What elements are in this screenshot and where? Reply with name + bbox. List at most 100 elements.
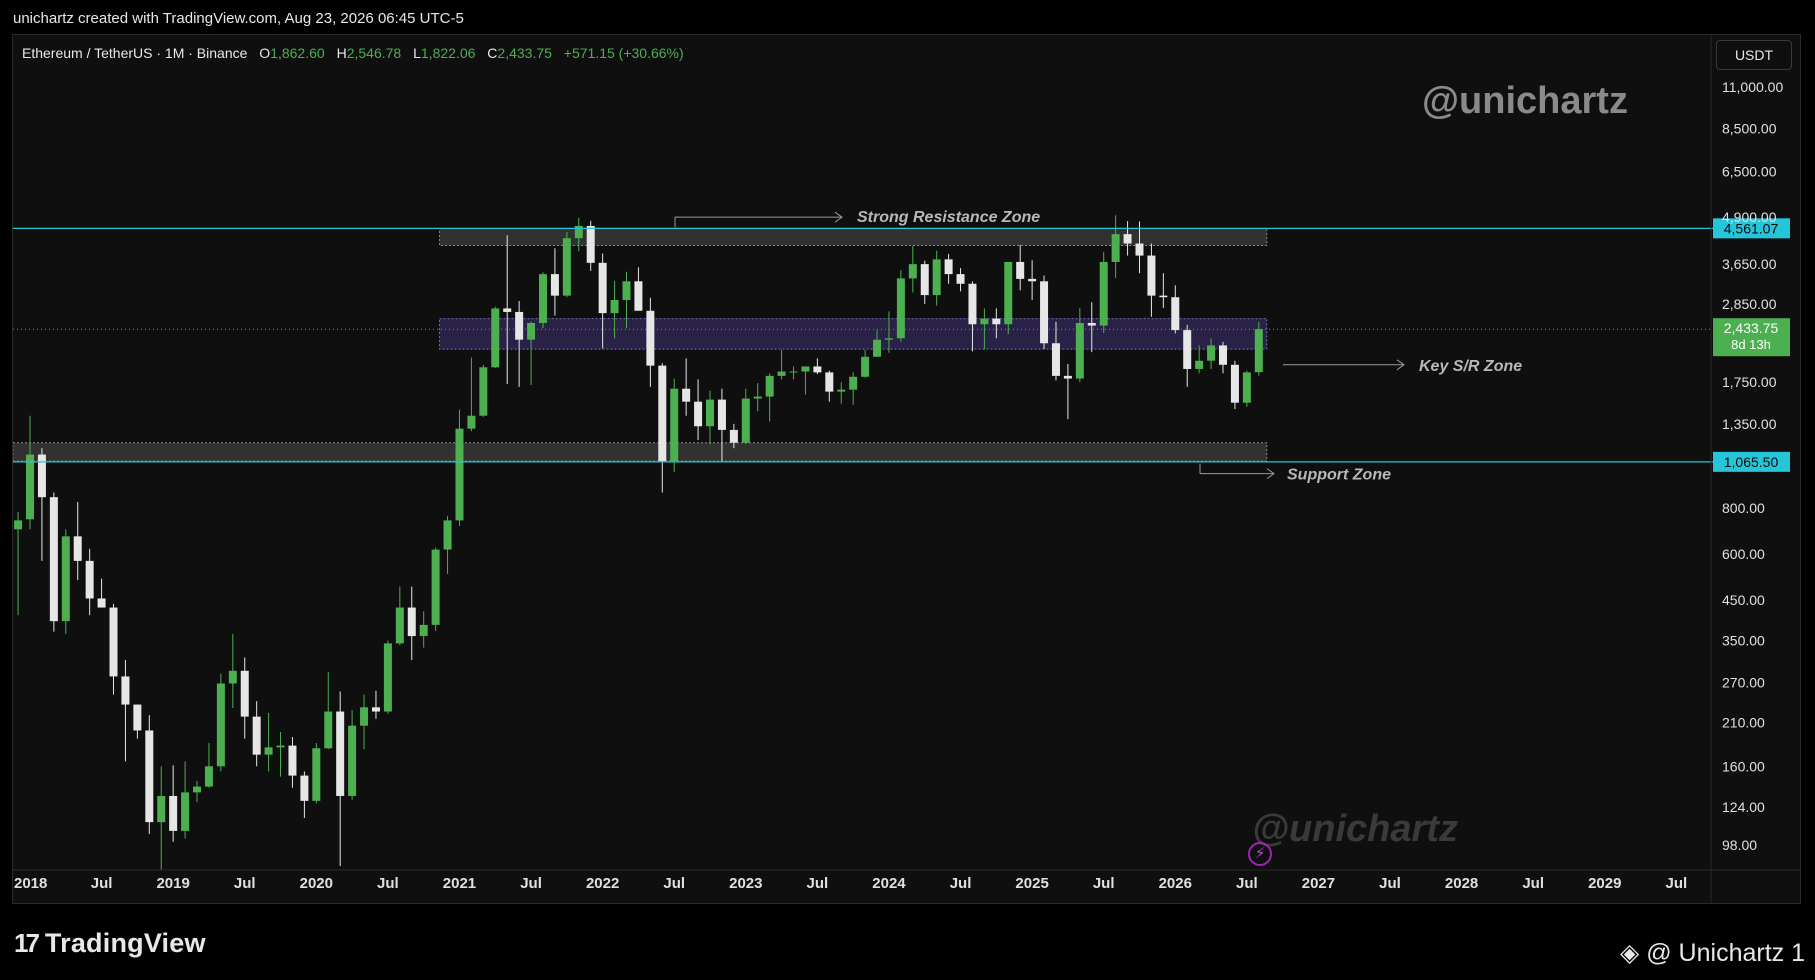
candle-body[interactable]: [360, 707, 369, 726]
candle-body[interactable]: [300, 775, 309, 801]
candle-body[interactable]: [503, 308, 512, 312]
candle-body[interactable]: [789, 371, 798, 373]
candle-body[interactable]: [479, 367, 488, 416]
candle-body[interactable]: [240, 670, 249, 717]
candle-body[interactable]: [1099, 261, 1108, 326]
candle-body[interactable]: [264, 747, 273, 755]
candle-body[interactable]: [1171, 297, 1180, 331]
candle-body[interactable]: [252, 716, 261, 755]
candle-body[interactable]: [550, 274, 559, 296]
candle-body[interactable]: [646, 310, 655, 366]
candle-body[interactable]: [204, 766, 213, 787]
candle-body[interactable]: [1135, 243, 1144, 256]
candle-body[interactable]: [288, 745, 297, 776]
candle-body[interactable]: [1087, 322, 1096, 326]
candle-body[interactable]: [1051, 343, 1060, 376]
candle-body[interactable]: [121, 676, 130, 705]
candle-body[interactable]: [467, 415, 476, 429]
lightning-icon[interactable]: ⚡: [1248, 842, 1272, 866]
candle-body[interactable]: [1219, 345, 1227, 365]
candle-body[interactable]: [670, 388, 679, 462]
candle-body[interactable]: [873, 339, 882, 357]
candle-body[interactable]: [610, 299, 619, 314]
candle-body[interactable]: [455, 428, 464, 521]
candle-body[interactable]: [753, 396, 762, 399]
candle-body[interactable]: [1111, 234, 1120, 262]
candle-body[interactable]: [276, 745, 285, 748]
candle-body[interactable]: [968, 283, 977, 325]
candle-body[interactable]: [1028, 278, 1037, 282]
candle-body[interactable]: [944, 259, 953, 275]
candle-body[interactable]: [216, 683, 225, 767]
candle-body[interactable]: [73, 536, 82, 561]
candle-body[interactable]: [407, 607, 416, 637]
candle-body[interactable]: [562, 238, 571, 296]
candle-body[interactable]: [694, 401, 703, 427]
candle-body[interactable]: [37, 454, 46, 498]
candle-body[interactable]: [383, 643, 392, 712]
candle-body[interactable]: [1147, 255, 1156, 296]
key-sr-zone[interactable]: [439, 318, 1268, 350]
candle-body[interactable]: [717, 399, 726, 430]
candle-body[interactable]: [1123, 234, 1132, 244]
candle-body[interactable]: [884, 338, 893, 340]
candle-body[interactable]: [133, 704, 142, 731]
candle-body[interactable]: [1063, 375, 1072, 379]
candle-body[interactable]: [97, 598, 106, 608]
candle-body[interactable]: [1230, 364, 1239, 403]
candle-body[interactable]: [1207, 345, 1216, 361]
currency-unit-button[interactable]: USDT: [1716, 40, 1792, 70]
candle-body[interactable]: [14, 520, 23, 530]
candle-body[interactable]: [598, 262, 607, 314]
candle-body[interactable]: [658, 365, 667, 462]
candle-body[interactable]: [741, 398, 750, 443]
candle-body[interactable]: [1040, 281, 1049, 344]
candle-body[interactable]: [837, 389, 846, 392]
candle-body[interactable]: [515, 311, 524, 340]
candle-body[interactable]: [765, 375, 774, 397]
candle-body[interactable]: [1159, 295, 1168, 298]
candle-body[interactable]: [157, 795, 166, 823]
candle-body[interactable]: [181, 792, 190, 831]
candle-body[interactable]: [538, 274, 547, 323]
candle-body[interactable]: [193, 786, 202, 793]
candle-body[interactable]: [706, 399, 715, 427]
candle-body[interactable]: [634, 281, 643, 311]
candle-body[interactable]: [371, 707, 380, 712]
price-chart[interactable]: 4,561.071,065.502,433.758d 13h Strong Re…: [0, 0, 1815, 980]
candle-body[interactable]: [1242, 372, 1251, 403]
candle-body[interactable]: [777, 371, 786, 376]
candle-body[interactable]: [586, 225, 595, 263]
candle-body[interactable]: [1075, 322, 1084, 379]
candle-body[interactable]: [85, 560, 94, 599]
candle-body[interactable]: [527, 322, 536, 340]
candle-body[interactable]: [169, 795, 178, 831]
symbol-legend[interactable]: Ethereum / TetherUS · 1M · Binance O1,86…: [22, 45, 684, 61]
candle-body[interactable]: [861, 356, 870, 377]
candle-body[interactable]: [324, 711, 333, 749]
tradingview-logo[interactable]: 17 TradingView: [14, 928, 206, 959]
candle-body[interactable]: [26, 454, 34, 520]
candle-body[interactable]: [145, 730, 154, 823]
candle-body[interactable]: [61, 536, 70, 622]
candle-body[interactable]: [49, 497, 58, 622]
candle-body[interactable]: [443, 520, 452, 550]
candle-body[interactable]: [932, 259, 941, 296]
candle-body[interactable]: [1016, 261, 1025, 279]
candle-body[interactable]: [312, 748, 321, 801]
candle-body[interactable]: [813, 366, 822, 373]
candle-body[interactable]: [920, 264, 929, 296]
candle-body[interactable]: [348, 725, 357, 796]
candle-body[interactable]: [395, 607, 404, 644]
candle-body[interactable]: [825, 372, 834, 392]
candle-body[interactable]: [1254, 329, 1263, 373]
candle-body[interactable]: [729, 429, 738, 443]
candle-body[interactable]: [228, 670, 237, 684]
candle-body[interactable]: [1004, 261, 1013, 325]
candle-body[interactable]: [419, 624, 428, 637]
candle-body[interactable]: [431, 549, 440, 625]
candle-body[interactable]: [980, 318, 989, 325]
candle-body[interactable]: [992, 318, 1001, 325]
candle-body[interactable]: [1195, 360, 1204, 369]
candle-body[interactable]: [801, 366, 810, 372]
